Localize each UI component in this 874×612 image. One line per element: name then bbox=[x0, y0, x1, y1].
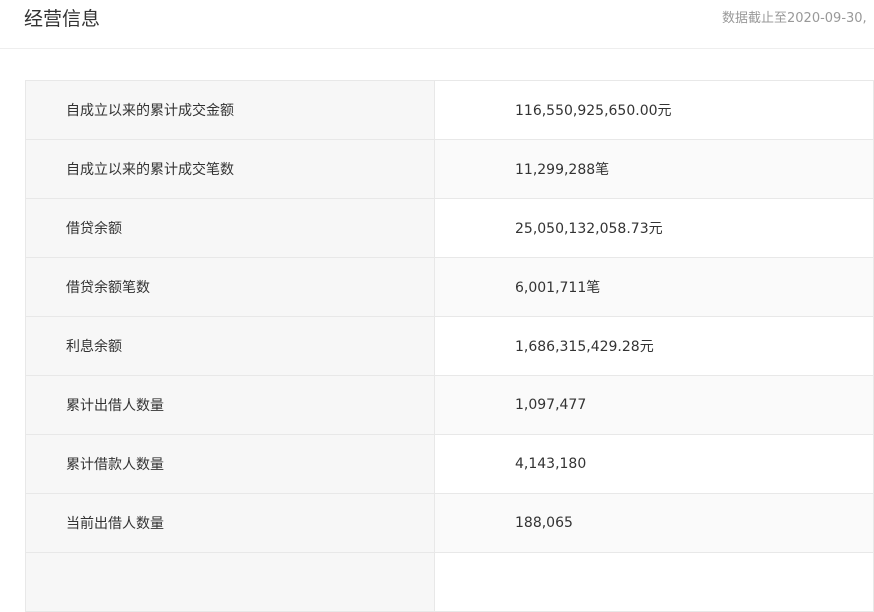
table-row: 自成立以来的累计成交金额 116,550,925,650.00元 bbox=[25, 80, 874, 140]
table-row: 借贷余额笔数 6,001,711笔 bbox=[25, 257, 874, 317]
row-label: 当前出借人数量 bbox=[25, 493, 435, 553]
business-info-table: 自成立以来的累计成交金额 116,550,925,650.00元 自成立以来的累… bbox=[25, 80, 874, 612]
row-value: 11,299,288笔 bbox=[434, 139, 874, 199]
row-value: 6,001,711笔 bbox=[434, 257, 874, 317]
row-value: 1,686,315,429.28元 bbox=[434, 316, 874, 376]
data-date-note: 数据截止至2020-09-30, bbox=[722, 11, 867, 26]
row-value: 25,050,132,058.73元 bbox=[434, 198, 874, 258]
table-row: 累计出借人数量 1,097,477 bbox=[25, 375, 874, 435]
row-label: 借贷余额 bbox=[25, 198, 435, 258]
row-value: 116,550,925,650.00元 bbox=[434, 80, 874, 140]
row-value: 188,065 bbox=[434, 493, 874, 553]
row-label bbox=[25, 552, 435, 612]
page-title: 经营信息 bbox=[24, 8, 101, 30]
row-label: 自成立以来的累计成交金额 bbox=[25, 80, 435, 140]
section-header: 经营信息 数据截止至2020-09-30, bbox=[0, 0, 874, 49]
table-row: 利息余额 1,686,315,429.28元 bbox=[25, 316, 874, 376]
row-label: 累计借款人数量 bbox=[25, 434, 435, 494]
row-label: 利息余额 bbox=[25, 316, 435, 376]
row-label: 自成立以来的累计成交笔数 bbox=[25, 139, 435, 199]
row-value: 1,097,477 bbox=[434, 375, 874, 435]
table-row bbox=[25, 552, 874, 612]
row-value: 4,143,180 bbox=[434, 434, 874, 494]
row-label: 累计出借人数量 bbox=[25, 375, 435, 435]
row-label: 借贷余额笔数 bbox=[25, 257, 435, 317]
table-row: 借贷余额 25,050,132,058.73元 bbox=[25, 198, 874, 258]
row-value bbox=[434, 552, 874, 612]
table-row: 当前出借人数量 188,065 bbox=[25, 493, 874, 553]
table-row: 自成立以来的累计成交笔数 11,299,288笔 bbox=[25, 139, 874, 199]
table-row: 累计借款人数量 4,143,180 bbox=[25, 434, 874, 494]
